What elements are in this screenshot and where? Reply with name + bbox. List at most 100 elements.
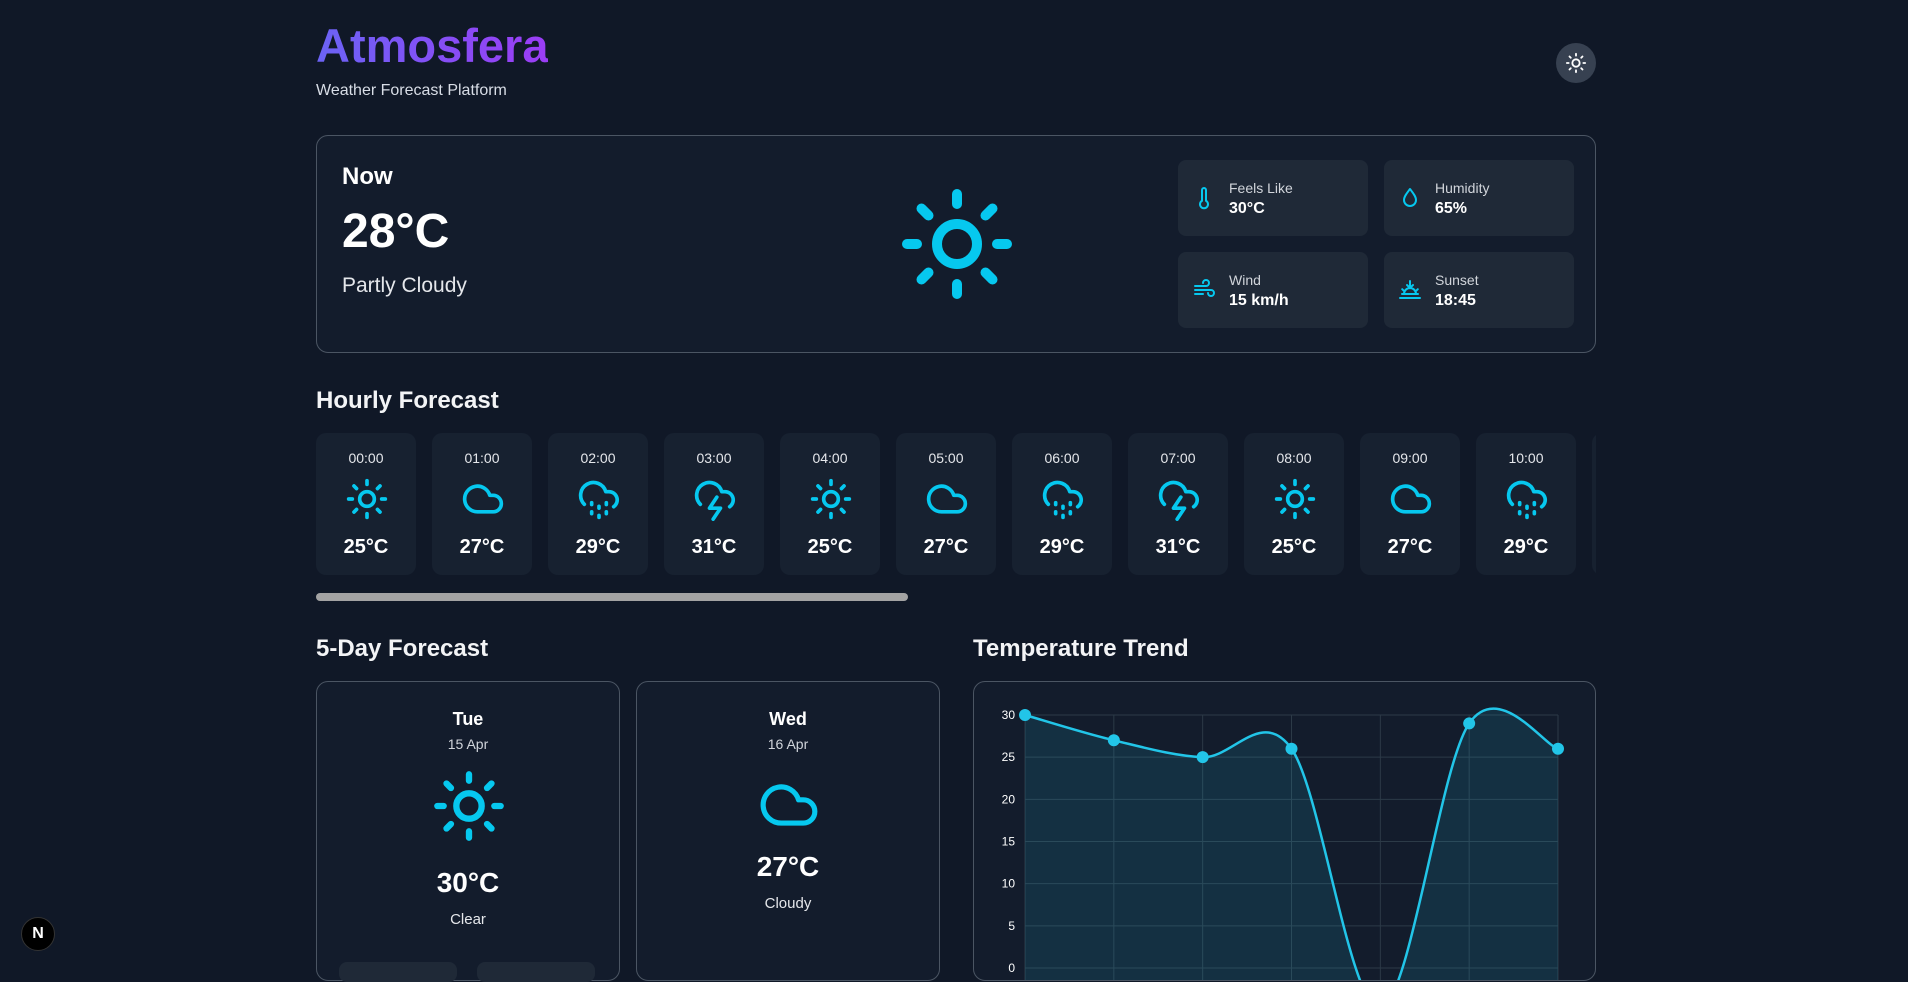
storm-icon <box>694 480 735 521</box>
day-card-wed[interactable]: Wed 16 Apr 27°C Cloudy <box>636 681 940 981</box>
day-date: 15 Apr <box>447 736 489 752</box>
y-tick-label: 25 <box>1002 750 1016 764</box>
hourly-temp: 29°C <box>1039 536 1085 558</box>
daily-forecast-title: 5-Day Forecast <box>316 635 489 662</box>
hourly-item[interactable]: 00:00 25°C <box>316 433 416 575</box>
day-temperature: 30°C <box>436 867 500 898</box>
wind-icon <box>1194 279 1215 297</box>
current-weather-card: Now 28°C Partly Cloudy Feels Like 30°C H… <box>316 135 1596 353</box>
day-temperature: 27°C <box>756 851 820 882</box>
sun-icon <box>1565 52 1587 74</box>
day-condition: Cloudy <box>764 895 812 912</box>
temperature-trend-chart: 30 25 20 15 10 5 0 <box>973 681 1596 981</box>
hourly-temp: 29°C <box>575 536 621 558</box>
stat-value: 15 km/h <box>1229 292 1289 309</box>
hourly-time: 10:00 <box>1508 450 1544 466</box>
storm-icon <box>1158 480 1199 521</box>
trend-chart-svg: 30 25 20 15 10 5 0 <box>1002 707 1564 980</box>
trend-point[interactable] <box>1107 734 1120 747</box>
y-tick-label: 15 <box>1002 835 1016 849</box>
hourly-temp: 27°C <box>923 536 969 558</box>
day-card-tue[interactable]: Tue 15 Apr 30°C Clear <box>316 681 620 982</box>
droplet-icon <box>1403 188 1417 207</box>
rain-icon <box>578 480 619 520</box>
hourly-item[interactable]: 03:00 31°C <box>664 433 764 575</box>
rain-icon <box>1506 480 1547 520</box>
hourly-temp: 25°C <box>807 536 853 558</box>
hourly-time: 09:00 <box>1392 450 1428 466</box>
page-container: Atmosfera Weather Forecast Platform Now … <box>316 0 1596 982</box>
stat-wind: Wind 15 km/h <box>1178 252 1368 328</box>
trend-point[interactable] <box>1019 709 1031 721</box>
hourly-time: 04:00 <box>812 450 848 466</box>
sunset-icon <box>1399 280 1421 299</box>
day-date: 16 Apr <box>767 736 809 752</box>
hourly-forecast-title: Hourly Forecast <box>316 387 499 414</box>
hourly-time: 01:00 <box>464 450 500 466</box>
hourly-time: 08:00 <box>1276 450 1312 466</box>
stat-value: 18:45 <box>1435 292 1476 309</box>
hourly-temp: 31°C <box>691 536 737 558</box>
hourly-item[interactable]: 06:00 29°C <box>1012 433 1112 575</box>
trend-point[interactable] <box>1552 742 1564 755</box>
cloud-icon <box>1390 484 1432 514</box>
hourly-time: 03:00 <box>696 450 732 466</box>
stat-value: 30°C <box>1229 200 1265 217</box>
hourly-item-partial[interactable] <box>1592 433 1596 575</box>
hourly-item[interactable]: 04:00 25°C <box>780 433 880 575</box>
cloud-icon <box>462 484 504 514</box>
stat-label: Humidity <box>1435 180 1490 196</box>
day-name: Wed <box>769 709 807 729</box>
dev-tools-badge[interactable]: N <box>21 917 55 951</box>
stat-value: 65% <box>1435 200 1468 217</box>
stat-label: Feels Like <box>1229 180 1293 196</box>
stat-feels-like: Feels Like 30°C <box>1178 160 1368 236</box>
sun-icon <box>346 478 388 520</box>
y-tick-label: 5 <box>1008 919 1015 933</box>
hourly-time: 00:00 <box>348 450 384 466</box>
thermometer-icon <box>1199 187 1209 210</box>
trend-point[interactable] <box>1285 742 1298 755</box>
trend-point[interactable] <box>1196 751 1209 764</box>
hourly-forecast-list[interactable]: 00:00 25°C 01:00 27°C 02:00 29°C 03:00 31°C 04:0… <box>316 433 1596 575</box>
stat-humidity: Humidity 65% <box>1384 160 1574 236</box>
current-temperature: 28°C <box>342 205 450 258</box>
hourly-item[interactable]: 10:00 29°C <box>1476 433 1576 575</box>
hourly-item[interactable]: 05:00 27°C <box>896 433 996 575</box>
cloud-icon <box>926 484 968 514</box>
sun-icon <box>1274 478 1316 520</box>
hourly-item[interactable]: 09:00 27°C <box>1360 433 1460 575</box>
stat-sunset: Sunset 18:45 <box>1384 252 1574 328</box>
y-tick-label: 0 <box>1008 961 1015 975</box>
hourly-temp: 29°C <box>1503 536 1549 558</box>
rain-icon <box>1042 480 1083 520</box>
trend-point[interactable] <box>1463 717 1476 730</box>
stat-label: Wind <box>1229 272 1261 288</box>
hourly-time: 02:00 <box>580 450 616 466</box>
hourly-item[interactable]: 01:00 27°C <box>432 433 532 575</box>
hourly-temp: 27°C <box>459 536 505 558</box>
y-tick-label: 30 <box>1002 708 1016 722</box>
app-subtitle: Weather Forecast Platform <box>316 82 507 99</box>
app-title: Atmosfera <box>316 19 549 72</box>
hourly-scrollbar[interactable] <box>316 593 908 601</box>
hourly-item[interactable]: 07:00 31°C <box>1128 433 1228 575</box>
sun-icon <box>431 768 507 849</box>
current-condition: Partly Cloudy <box>342 274 467 297</box>
hourly-temp: 27°C <box>1387 536 1433 558</box>
cloud-icon <box>758 774 820 841</box>
theme-toggle-button[interactable] <box>1556 43 1596 83</box>
stat-label: Sunset <box>1435 272 1479 288</box>
hourly-item[interactable]: 08:00 25°C <box>1244 433 1344 575</box>
day-detail-pill <box>477 962 595 982</box>
temperature-trend-title: Temperature Trend <box>973 635 1189 662</box>
sun-icon <box>810 478 852 520</box>
sun-icon <box>897 184 1017 309</box>
day-name: Tue <box>452 709 484 729</box>
y-tick-label: 20 <box>1002 792 1016 806</box>
hourly-temp: 25°C <box>343 536 389 558</box>
hourly-item[interactable]: 02:00 29°C <box>548 433 648 575</box>
y-tick-label: 10 <box>1002 877 1016 891</box>
hourly-time: 05:00 <box>928 450 964 466</box>
hourly-time: 06:00 <box>1044 450 1080 466</box>
